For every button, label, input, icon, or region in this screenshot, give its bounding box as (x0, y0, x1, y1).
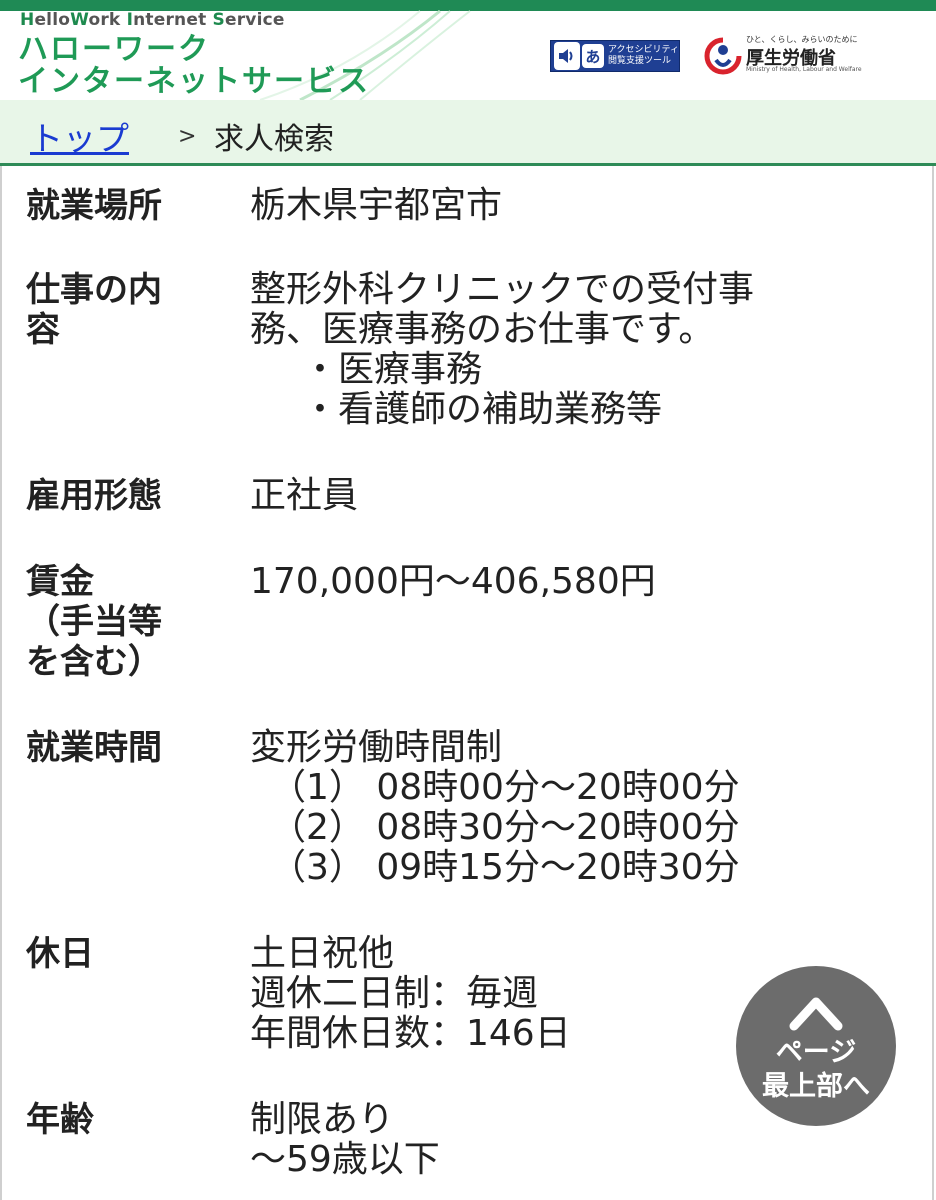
detail-label: 雇用形態 (26, 476, 162, 516)
detail-value: 正社員 (250, 475, 359, 516)
ministry-logo[interactable]: ひと、くらし、みらいのために 厚生労働省 Ministry of Health,… (704, 34, 862, 78)
accessibility-tool-button[interactable]: あ アクセシビリティ 閲覧支援ツール (550, 40, 680, 72)
brand-ja-line1: ハローワーク (18, 32, 210, 67)
breadcrumb-current: 求人検索 (214, 122, 334, 157)
ministry-name-en: Ministry of Health, Labour and Welfare (746, 66, 862, 73)
detail-value: 変形労働時間制 （1） 08時00分～20時00分 （2） 08時30分～20時… (250, 727, 740, 888)
detail-value: 170,000円～406,580円 (250, 561, 656, 602)
brand-ja-line2: インターネットサービス (18, 64, 370, 99)
detail-label: 就業時間 (26, 728, 162, 768)
detail-value: 整形外科クリニックでの受付事 務、医療事務のお仕事です。 ・医療事務 ・看護師の… (250, 269, 755, 430)
detail-label: 就業場所 (26, 186, 162, 226)
speaker-icon (554, 42, 580, 70)
hiragana-a-icon: あ (581, 44, 604, 68)
accessibility-tool-label: アクセシビリティ 閲覧支援ツール (607, 45, 679, 66)
ministry-emblem-icon (704, 37, 742, 75)
breadcrumb-separator: > (178, 124, 197, 149)
chevron-up-icon (789, 997, 843, 1031)
detail-label: 年齢 (26, 1100, 94, 1140)
detail-label: 仕事の内 容 (26, 270, 162, 350)
detail-label: 賃金 （手当等 を含む） (26, 562, 162, 682)
site-header: HelloWork Internet Service ハローワーク インターネッ… (0, 0, 936, 100)
brand-logo-japanese[interactable]: ハローワーク インターネットサービス (18, 34, 370, 98)
detail-label: 休日 (26, 934, 94, 974)
scroll-to-top-button[interactable]: ページ 最上部へ (736, 966, 896, 1126)
brand-english: HelloWork Internet Service (20, 10, 285, 30)
breadcrumb: トップ > 求人検索 (0, 100, 936, 166)
scroll-to-top-label: ページ 最上部へ (762, 1037, 870, 1102)
detail-value: 栃木県宇都宮市 (250, 185, 503, 226)
breadcrumb-top-link[interactable]: トップ (30, 112, 129, 160)
